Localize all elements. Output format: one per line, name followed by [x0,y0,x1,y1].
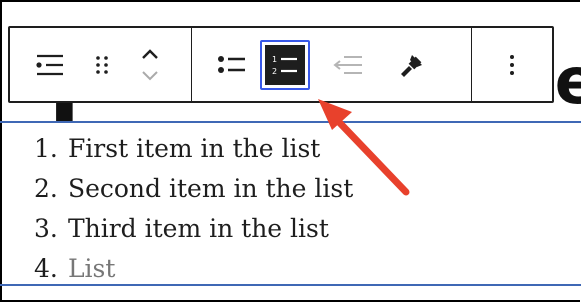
list-item-text: Third item in the list [67,214,329,243]
ordered-list-icon: 1 2 [271,51,299,79]
block-toolbar: 1 2 [8,26,554,103]
ordered-list-block[interactable]: 1. First item in the list 2. Second item… [0,121,581,286]
outdent-button[interactable] [320,41,376,89]
block-controls-group [10,28,192,101]
indent-button[interactable] [384,41,440,89]
more-options-button[interactable] [492,41,532,89]
list-item[interactable]: 1. First item in the list [34,129,353,169]
list-item-text: First item in the list [67,134,321,163]
chevron-up-icon[interactable] [140,47,160,61]
list-item-placeholder-text: List [67,254,116,283]
list-item[interactable]: 3. Third item in the list [34,209,353,249]
more-options-icon [508,53,516,77]
ordered-list-button[interactable]: 1 2 [260,39,310,90]
list-block-button[interactable] [26,41,74,89]
outdent-icon [332,54,364,76]
list-block-icon [35,53,65,77]
unordered-list-icon [217,54,247,76]
brush-icon [398,51,426,79]
list-item-text: Second item in the list [67,174,354,203]
ordered-list: 1. First item in the list 2. Second item… [34,129,353,289]
list-item-number: 1. [34,134,58,163]
move-up-down-buttons[interactable] [126,41,174,89]
more-options-group [472,28,552,101]
unordered-list-button[interactable] [210,41,254,89]
chevron-down-icon[interactable] [140,69,160,83]
list-item-number: 2. [34,174,58,203]
ordered-list-button-fill: 1 2 [265,44,305,85]
drag-handle-icon [94,54,110,76]
list-item-number: 4. [34,254,58,283]
svg-text:2: 2 [272,67,277,76]
list-item[interactable]: 2. Second item in the list [34,169,353,209]
drag-handle-button[interactable] [78,41,126,89]
svg-text:1: 1 [272,55,277,64]
list-item-number: 3. [34,214,58,243]
list-item-placeholder[interactable]: 4. List [34,249,353,289]
list-controls-group: 1 2 [192,28,472,101]
